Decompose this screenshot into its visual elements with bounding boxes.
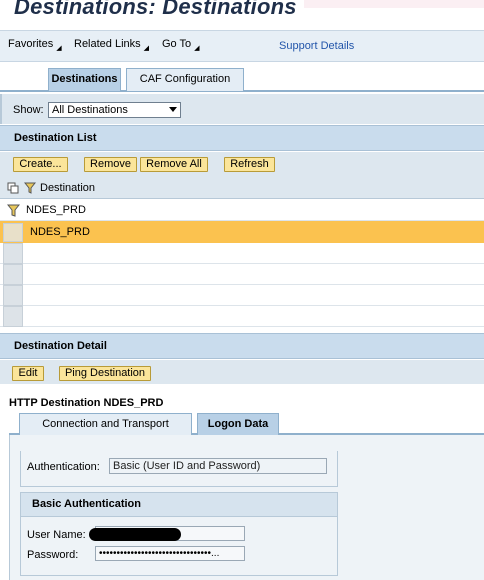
password-field[interactable]: ••••••••••••••••••••••••••••••••... [95, 546, 245, 561]
destination-filter-input[interactable]: NDES_PRD [26, 204, 86, 216]
related-links-menu-label: Related Links [74, 38, 141, 50]
ping-destination-button[interactable]: Ping Destination [59, 366, 151, 381]
chevron-down-icon [169, 107, 177, 112]
title-accent-strip [304, 0, 484, 8]
redaction-mark [89, 528, 181, 541]
filter-icon[interactable] [24, 182, 36, 194]
tab-connection-and-transport[interactable]: Connection and Transport [19, 413, 192, 435]
main-tabstrip: Destinations CAF Configuration [0, 62, 484, 92]
detail-tabstrip: Connection and Transport Logon Data [9, 411, 484, 435]
tab-destinations[interactable]: Destinations [48, 68, 121, 91]
remove-button[interactable]: Remove [84, 157, 137, 172]
go-to-menu[interactable]: Go To ◢ [162, 38, 200, 52]
refresh-button[interactable]: Refresh [224, 157, 275, 172]
table-row [0, 264, 484, 285]
menu-bar: Favorites ◢ Related Links ◢ Go To ◢ Support… [0, 30, 484, 62]
destination-detail-header: Destination Detail [0, 333, 484, 359]
table-row [0, 306, 484, 327]
destination-list-header: Destination List [0, 125, 484, 151]
user-name-label: User Name: [27, 529, 86, 541]
filter-icon[interactable] [7, 204, 20, 217]
table-row [0, 243, 484, 264]
show-filter-row: Show: All Destinations [0, 94, 484, 124]
table-row [0, 285, 484, 306]
triangle-down-icon: ◢ [56, 45, 62, 52]
row-selector[interactable] [3, 264, 23, 285]
row-selector[interactable] [3, 306, 23, 327]
destination-list-toolbar: Create... Remove Remove All Refresh [0, 152, 484, 178]
select-all-icon[interactable] [7, 182, 20, 195]
edit-button[interactable]: Edit [12, 366, 44, 381]
show-dropdown-value: All Destinations [52, 104, 128, 116]
triangle-down-icon: ◢ [143, 45, 150, 52]
destination-table-header: Destination [0, 178, 484, 199]
authentication-value: Basic (User ID and Password) [109, 458, 327, 474]
http-destination-title: HTTP Destination NDES_PRD [9, 397, 164, 409]
tab-logon-data[interactable]: Logon Data [197, 413, 279, 435]
filter-row: NDES_PRD [0, 200, 484, 221]
show-label: Show: [13, 104, 44, 116]
destination-column-header[interactable]: Destination [40, 182, 95, 194]
row-selector[interactable] [3, 243, 23, 264]
page-title: Destinations: Destinations [14, 0, 297, 19]
go-to-menu-label: Go To [162, 38, 192, 50]
row-selector[interactable] [3, 223, 23, 242]
title-bar: Destinations: Destinations [0, 0, 484, 30]
favorites-menu-label: Favorites [8, 38, 54, 50]
triangle-down-icon: ◢ [194, 45, 200, 52]
table-row[interactable]: NDES_PRD [0, 221, 484, 243]
authentication-label: Authentication: [27, 461, 100, 473]
password-label: Password: [27, 549, 79, 561]
row-selector[interactable] [3, 285, 23, 306]
destination-cell[interactable]: NDES_PRD [30, 226, 90, 238]
tab-caf-configuration[interactable]: CAF Configuration [126, 68, 244, 91]
destination-detail-toolbar: Edit Ping Destination [0, 360, 484, 384]
favorites-menu[interactable]: Favorites ◢ [8, 38, 62, 52]
support-details-link[interactable]: Support Details [279, 40, 354, 52]
remove-all-button[interactable]: Remove All [140, 157, 208, 172]
related-links-menu[interactable]: Related Links ◢ [74, 38, 150, 52]
create-button[interactable]: Create... [13, 157, 68, 172]
show-dropdown[interactable]: All Destinations [48, 102, 181, 118]
authentication-group: Authentication: Basic (User ID and Passw… [20, 451, 338, 487]
basic-authentication-header: Basic Authentication [21, 493, 337, 517]
